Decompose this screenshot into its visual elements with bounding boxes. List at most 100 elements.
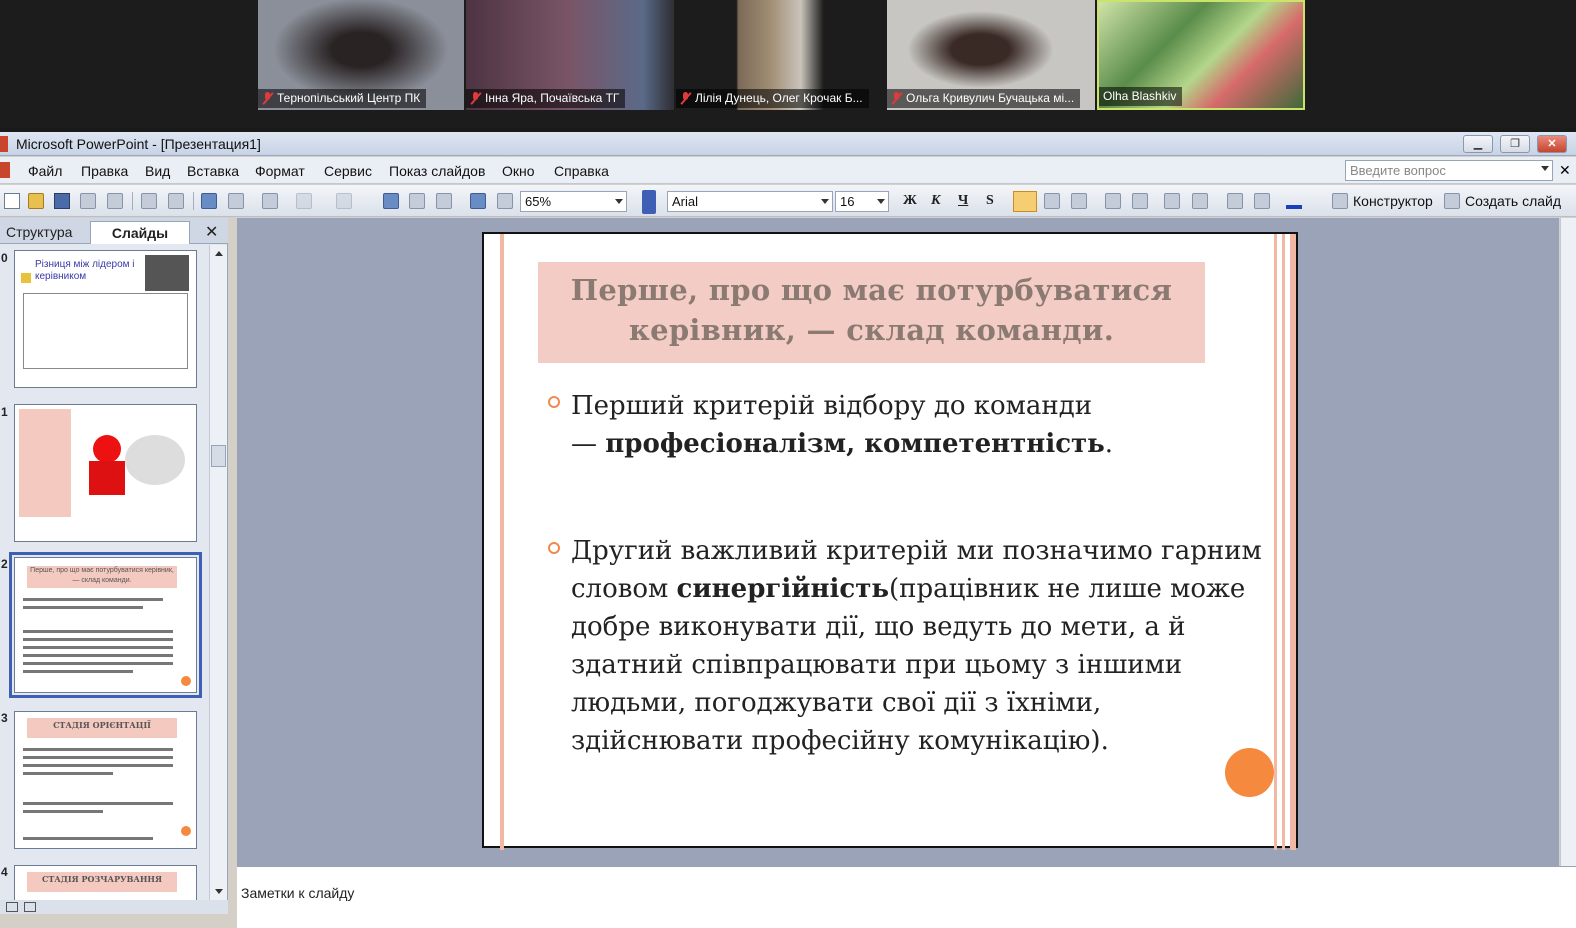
menu-slideshow[interactable]: Показ слайдов xyxy=(389,163,485,179)
format-painter-icon[interactable] xyxy=(262,193,278,209)
email-icon[interactable] xyxy=(107,193,123,209)
print-icon[interactable] xyxy=(141,193,157,209)
align-right-icon[interactable] xyxy=(1071,193,1087,209)
bold-button[interactable]: Ж xyxy=(903,193,917,209)
insert-table-icon[interactable] xyxy=(409,193,425,209)
research-icon[interactable] xyxy=(228,193,244,209)
slide-thumbnail-11[interactable] xyxy=(14,404,197,542)
menu-insert[interactable]: Вставка xyxy=(187,163,239,179)
powerpoint-window: Microsoft PowerPoint - [Презентация1] ▁ … xyxy=(0,132,1576,928)
slide-thumbnail-13[interactable]: СТАДІЯ ОРІЄНТАЦІЇ xyxy=(14,711,197,849)
video-tile-4[interactable]: Ольга Кривулич Бучацька мі... xyxy=(887,0,1095,110)
video-tile-1[interactable]: Тернопільський Центр ПК xyxy=(258,0,464,110)
font-value: Arial xyxy=(672,194,699,209)
video-tile-2[interactable]: Інна Яра, Почаївська ТГ xyxy=(466,0,674,110)
minimize-button[interactable]: ▁ xyxy=(1463,135,1493,153)
expand-all-icon[interactable] xyxy=(470,193,486,209)
thumbnail-number: 3 xyxy=(1,711,8,725)
decorative-bar xyxy=(500,234,504,850)
help-search-input[interactable]: Введите вопрос xyxy=(1345,160,1553,181)
slide-canvas[interactable]: Перше, про що має потурбуватися керівник… xyxy=(482,232,1298,850)
tables-borders-icon[interactable] xyxy=(436,193,452,209)
design-button[interactable]: Конструктор xyxy=(1353,193,1433,209)
thumbnails-scrollbar[interactable] xyxy=(209,245,227,900)
permission-icon[interactable] xyxy=(80,193,96,209)
menu-file[interactable]: Файл xyxy=(28,163,62,179)
shadow-button[interactable]: S xyxy=(986,193,994,209)
new-slide-button[interactable]: Создать слайд xyxy=(1465,193,1561,209)
thumbnail-text xyxy=(23,654,173,657)
print-preview-icon[interactable] xyxy=(168,193,184,209)
thumbnail-title: СТАДІЯ ОРІЄНТАЦІЇ xyxy=(27,718,177,738)
align-left-button[interactable] xyxy=(1013,191,1037,212)
new-document-icon[interactable] xyxy=(4,193,20,209)
slide-scrollbar[interactable] xyxy=(1560,218,1576,866)
menu-edit[interactable]: Правка xyxy=(81,163,128,179)
increase-font-icon[interactable] xyxy=(1164,193,1180,209)
slide-thumbnail-14[interactable]: СТАДІЯ РОЗЧАРУВАННЯ xyxy=(14,865,197,900)
undo-icon[interactable] xyxy=(296,193,312,209)
thumbnail-figure xyxy=(89,461,125,495)
font-color-icon[interactable] xyxy=(1286,193,1302,209)
slide-thumbnail-10[interactable]: Різниця між лідером і керівником xyxy=(14,250,197,388)
scroll-down-icon[interactable] xyxy=(215,889,223,894)
bullet-icon xyxy=(548,396,560,408)
participant-label: Olha Blashkiv xyxy=(1099,87,1183,106)
menu-format[interactable]: Формат xyxy=(255,163,305,179)
slide-title-line: керівник, — склад команди. xyxy=(628,313,1115,347)
insert-chart-icon[interactable] xyxy=(383,193,399,209)
font-size-select[interactable]: 16 xyxy=(835,191,889,212)
notes-pane[interactable]: Заметки к слайду xyxy=(237,866,1576,928)
thumbnail-number: 0 xyxy=(1,251,8,265)
close-help-icon[interactable]: ✕ xyxy=(1559,162,1571,179)
notes-placeholder: Заметки к слайду xyxy=(241,885,355,901)
decrease-indent-icon[interactable] xyxy=(1227,193,1243,209)
title-bar[interactable]: Microsoft PowerPoint - [Презентация1] ▁ … xyxy=(0,132,1576,156)
slide-thumbnail-12[interactable]: Перше, про що має потурбуватися керівник… xyxy=(9,552,202,698)
video-strip: Тернопільський Центр ПК Інна Яра, Почаїв… xyxy=(0,0,1576,128)
close-pane-icon[interactable]: ✕ xyxy=(205,222,218,242)
restore-button[interactable]: ❐ xyxy=(1500,135,1530,153)
toolbar: 65% Arial 16 Ж К Ч S Конструктор Создать… xyxy=(0,185,1576,217)
participant-label: Ольга Кривулич Бучацька мі... xyxy=(887,89,1081,108)
numbering-icon[interactable] xyxy=(1105,193,1121,209)
separator xyxy=(193,192,194,210)
thumbnail-number: 4 xyxy=(1,865,8,879)
normal-view-icon[interactable] xyxy=(6,902,18,912)
thumbnail-dot xyxy=(181,826,191,836)
italic-button[interactable]: К xyxy=(931,193,941,209)
open-icon[interactable] xyxy=(28,193,44,209)
video-tile-5[interactable]: Olha Blashkiv xyxy=(1097,0,1305,110)
toolbar-grip-icon[interactable] xyxy=(642,190,656,214)
scroll-up-icon[interactable] xyxy=(215,251,223,256)
tab-outline[interactable]: Структура xyxy=(0,221,78,244)
dropdown-arrow-icon xyxy=(615,199,623,204)
participant-name: Olha Blashkiv xyxy=(1103,89,1177,103)
scroll-thumb[interactable] xyxy=(211,445,226,467)
thumbnail-table xyxy=(23,293,188,369)
show-grid-icon[interactable] xyxy=(497,193,513,209)
document-icon[interactable] xyxy=(0,162,10,178)
thumbnail-number: 2 xyxy=(1,557,8,571)
close-button[interactable]: ✕ xyxy=(1537,135,1567,153)
help-search-placeholder: Введите вопрос xyxy=(1350,163,1446,178)
menu-help[interactable]: Справка xyxy=(554,163,609,179)
menu-view[interactable]: Вид xyxy=(145,163,170,179)
menu-window[interactable]: Окно xyxy=(502,163,535,179)
menu-tools[interactable]: Сервис xyxy=(324,163,372,179)
align-center-icon[interactable] xyxy=(1044,193,1060,209)
font-select[interactable]: Arial xyxy=(667,191,833,212)
tab-slides[interactable]: Слайды xyxy=(90,221,190,244)
underline-button[interactable]: Ч xyxy=(958,193,968,209)
save-icon[interactable] xyxy=(54,193,70,209)
slide-title-box[interactable]: Перше, про що має потурбуватися керівник… xyxy=(538,262,1205,363)
slide-sorter-icon[interactable] xyxy=(24,902,36,912)
dropdown-arrow-icon xyxy=(821,199,829,204)
bullets-icon[interactable] xyxy=(1132,193,1148,209)
increase-indent-icon[interactable] xyxy=(1254,193,1270,209)
spelling-icon[interactable] xyxy=(201,193,217,209)
zoom-select[interactable]: 65% xyxy=(520,191,627,212)
redo-icon[interactable] xyxy=(336,193,352,209)
decrease-font-icon[interactable] xyxy=(1192,193,1208,209)
video-tile-3[interactable]: Лілія Дунець, Олег Крочак Б... xyxy=(676,0,884,110)
